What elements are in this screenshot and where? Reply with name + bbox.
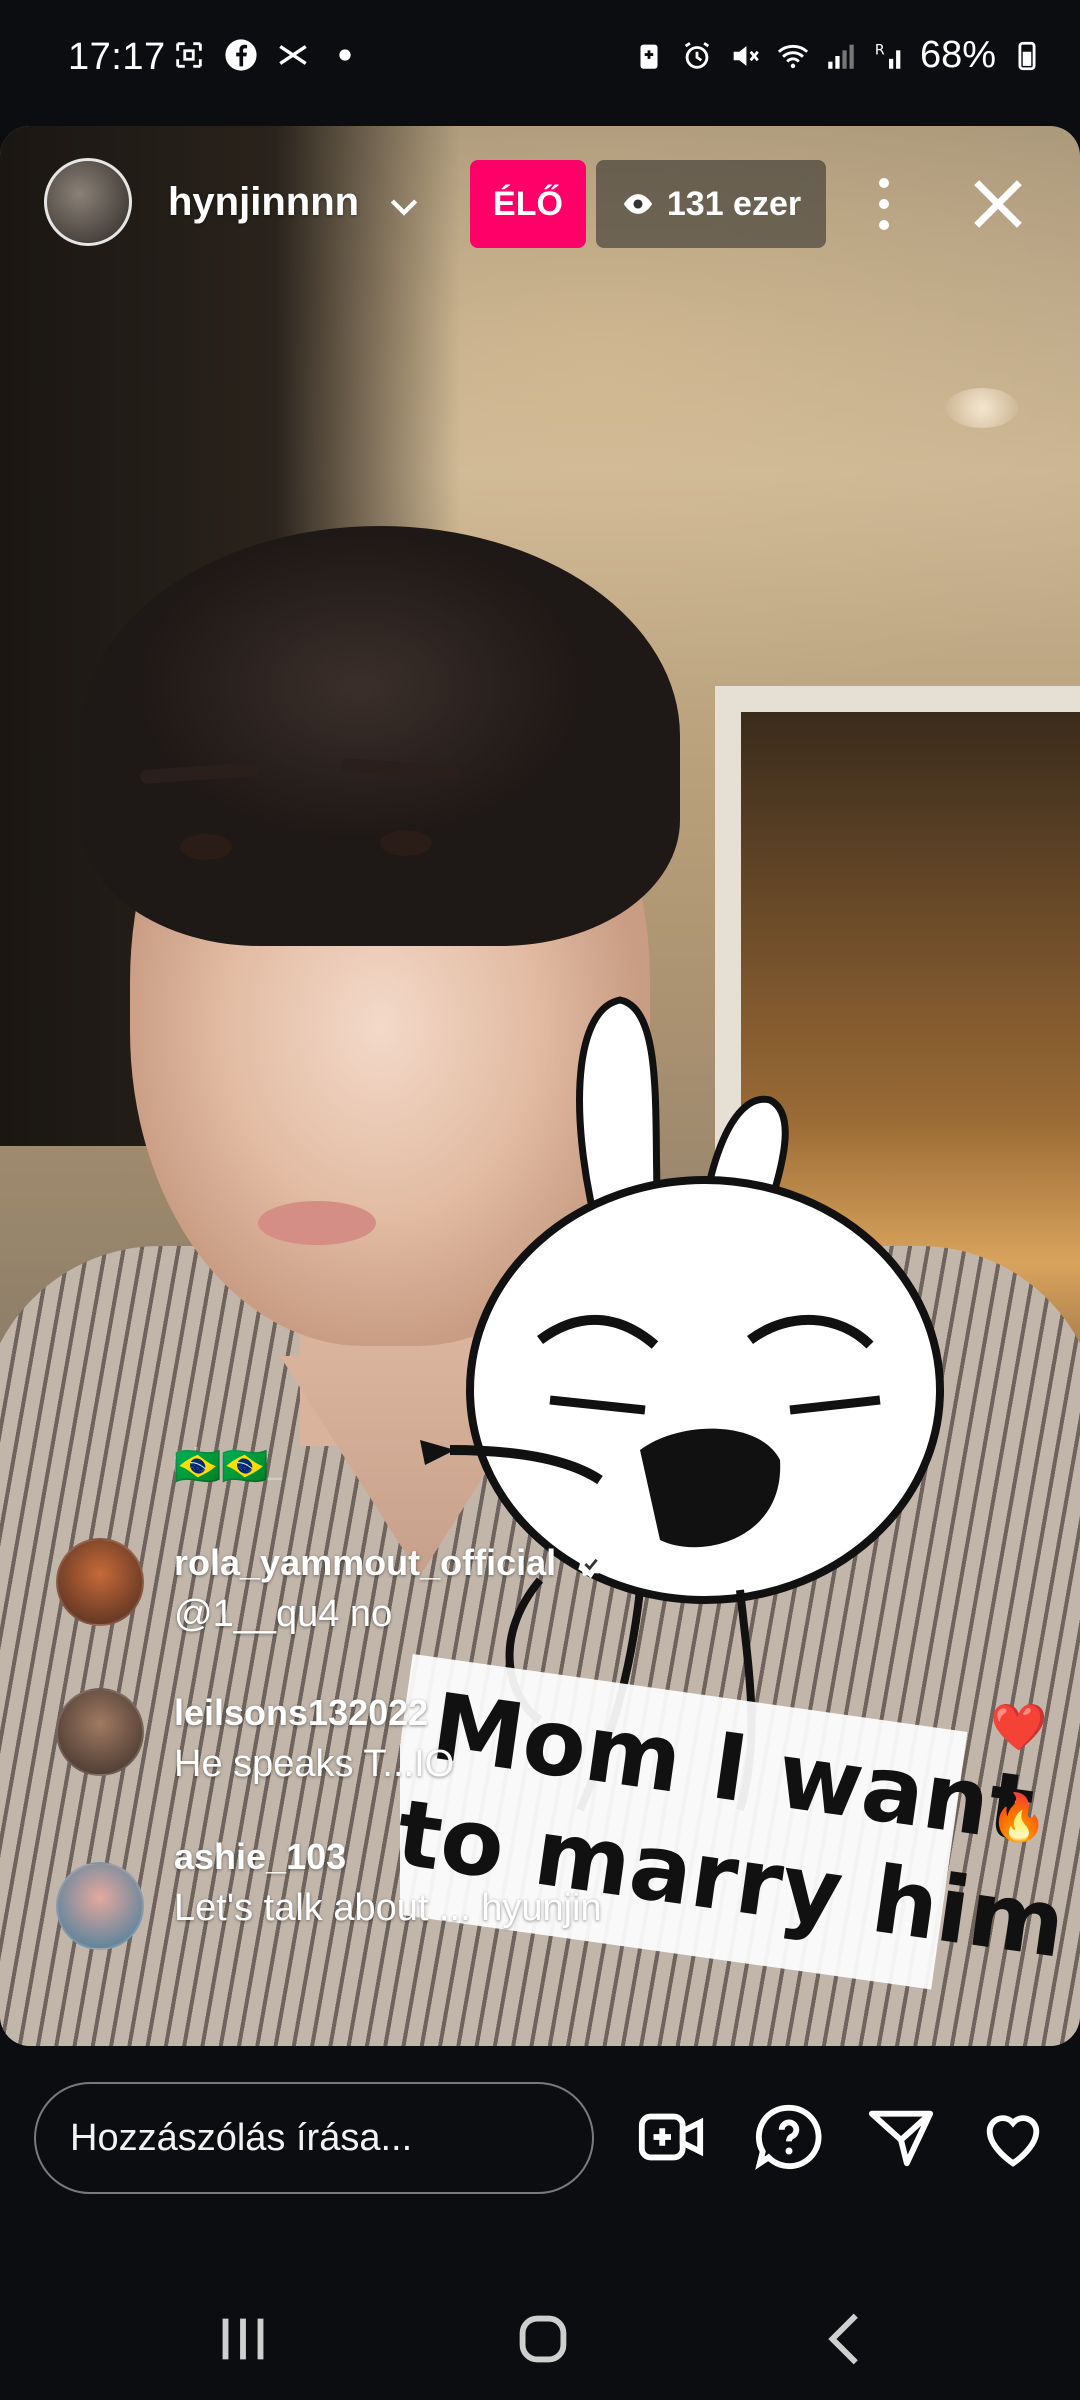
viewer-count: 131 ezer: [666, 184, 802, 223]
host-username[interactable]: hynjinnnn: [168, 180, 359, 225]
status-bar: 17:17 R 68%: [0, 0, 1080, 120]
floating-reactions: ❤️ 🔥: [990, 1700, 1050, 1880]
signal-icon: [828, 44, 854, 69]
live-badge: ÉLŐ: [470, 160, 586, 248]
comment-username[interactable]: rola_yammout_official: [174, 1542, 608, 1584]
ceiling-light: [946, 388, 1018, 428]
signal-roaming-icon: R: [875, 42, 901, 69]
left-eye: [180, 834, 232, 860]
heart-reaction: ❤️: [990, 1701, 1048, 1753]
dot-icon: [339, 49, 351, 61]
comment-text: He speaks T...IO: [174, 1743, 455, 1785]
system-indicators: R 68%: [632, 34, 1044, 77]
right-eye: [380, 830, 432, 856]
recent-apps-icon[interactable]: [208, 2304, 278, 2374]
commenter-avatar[interactable]: [56, 1538, 144, 1626]
add-video-icon[interactable]: [636, 2102, 706, 2172]
status-time: 17:17: [68, 36, 166, 78]
person-lips: [258, 1201, 376, 1245]
back-icon[interactable]: [812, 2304, 882, 2374]
notification-icons: [172, 38, 362, 72]
chevron-down-icon[interactable]: [384, 186, 424, 226]
battery-percent: 68%: [919, 34, 996, 76]
more-dot-icon: [879, 199, 889, 209]
svg-text:R: R: [875, 42, 885, 58]
fire-reaction: 🔥: [990, 1791, 1048, 1843]
capcut-icon: [279, 45, 307, 65]
comment-input[interactable]: Hozzászólás írása...: [34, 2082, 594, 2194]
commenter-avatar[interactable]: [56, 1688, 144, 1776]
battery-saver-icon: [640, 44, 658, 69]
person-hair: [80, 526, 680, 946]
commenter-avatar[interactable]: [56, 1862, 144, 1950]
eye-icon: [623, 194, 653, 214]
navigation-bar: [0, 2274, 1080, 2400]
more-options-button[interactable]: [866, 172, 902, 236]
screenshot-icon: [176, 42, 202, 68]
alarm-icon: [684, 41, 710, 69]
close-icon[interactable]: [966, 172, 1030, 236]
verified-badge-icon: [578, 1549, 604, 1579]
comment-bar: Hozzászólás írása...: [0, 2046, 1080, 2274]
facebook-icon: [225, 39, 257, 71]
more-dot-icon: [879, 220, 889, 230]
wifi-icon: [777, 44, 809, 68]
home-icon[interactable]: [508, 2304, 578, 2374]
comment-text: Let's talk about ... hyunjin: [174, 1887, 602, 1929]
mute-icon: [733, 45, 759, 66]
faded-comment-flags: 🇧🇷🇧🇷: [174, 1446, 269, 1488]
more-dot-icon: [879, 178, 889, 188]
comment-username[interactable]: leilsons132022: [174, 1692, 428, 1734]
battery-icon: [1018, 41, 1036, 70]
comment-text: @1__qu4 no: [174, 1593, 393, 1635]
comment-username-text: rola_yammout_official: [174, 1542, 557, 1583]
comment-username[interactable]: ashie_103: [174, 1836, 346, 1878]
host-avatar[interactable]: [44, 158, 132, 246]
question-icon[interactable]: [754, 2102, 824, 2172]
viewer-count-badge[interactable]: 131 ezer: [596, 160, 826, 248]
send-icon[interactable]: [866, 2102, 936, 2172]
heart-icon[interactable]: [978, 2102, 1048, 2172]
